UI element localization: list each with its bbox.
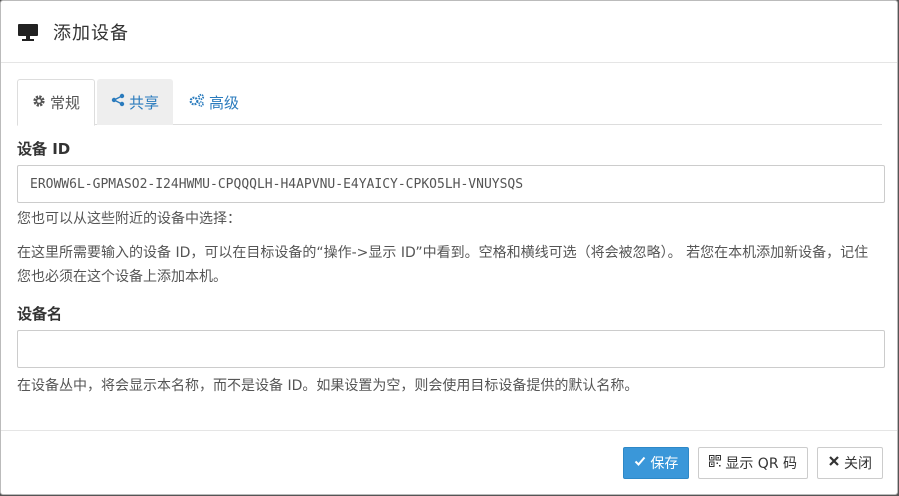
dialog-body: 常规 共享 高级 设备 ID EROWW6L-GPMASO2-I24HWMU-C… bbox=[1, 63, 897, 398]
tab-general-label: 常规 bbox=[50, 94, 81, 112]
dialog-title: 添加设备 bbox=[53, 22, 129, 44]
add-device-dialog: 添加设备 常规 共享 高级 设备 ID EROWW6L-GPMASO2-I24H… bbox=[0, 0, 898, 495]
tab-bar: 常规 共享 高级 bbox=[17, 79, 882, 126]
device-name-label: 设备名 bbox=[17, 305, 63, 323]
close-button[interactable]: 关闭 bbox=[817, 446, 883, 479]
tab-sharing-label: 共享 bbox=[129, 93, 160, 112]
close-button-label: 关闭 bbox=[844, 455, 872, 472]
tab-sharing[interactable]: 共享 bbox=[97, 79, 174, 125]
show-qr-button-label: 显示 QR 码 bbox=[725, 455, 797, 472]
dialog-header: 添加设备 bbox=[1, 1, 897, 63]
nearby-devices-hint: 您也可以从这些附近的设备中选择： bbox=[17, 211, 241, 227]
device-id-input[interactable]: EROWW6L-GPMASO2-I24HWMU-CPQQQLH-H4APVNU-… bbox=[17, 165, 885, 203]
device-name-help: 在设备丛中，将会显示本名称，而不是设备 ID。如果设置为空，则会使用目标设备提供… bbox=[17, 378, 639, 394]
tab-advanced-label: 高级 bbox=[209, 93, 240, 112]
cogs-icon bbox=[189, 93, 205, 111]
tab-advanced[interactable]: 高级 bbox=[175, 79, 253, 125]
device-id-value: EROWW6L-GPMASO2-I24HWMU-CPQQQLH-H4APVNU-… bbox=[30, 176, 524, 192]
show-qr-button[interactable]: 显示 QR 码 bbox=[698, 446, 808, 479]
monitor-icon bbox=[17, 23, 39, 41]
dialog-footer: 保存 显示 QR 码 关闭 bbox=[1, 430, 897, 494]
gear-icon bbox=[32, 94, 46, 112]
device-id-label: 设备 ID bbox=[17, 140, 71, 158]
device-name-input[interactable] bbox=[17, 330, 885, 368]
close-icon bbox=[828, 455, 840, 471]
qrcode-icon bbox=[709, 454, 722, 471]
save-button-label: 保存 bbox=[650, 455, 679, 472]
check-icon bbox=[634, 455, 646, 471]
tab-general[interactable]: 常规 bbox=[17, 79, 96, 126]
share-icon bbox=[111, 93, 125, 111]
save-button[interactable]: 保存 bbox=[623, 446, 690, 479]
device-id-help: 在这里所需要输入的设备 ID，可以在目标设备的“操作->显示 ID”中看到。空格… bbox=[17, 245, 869, 285]
